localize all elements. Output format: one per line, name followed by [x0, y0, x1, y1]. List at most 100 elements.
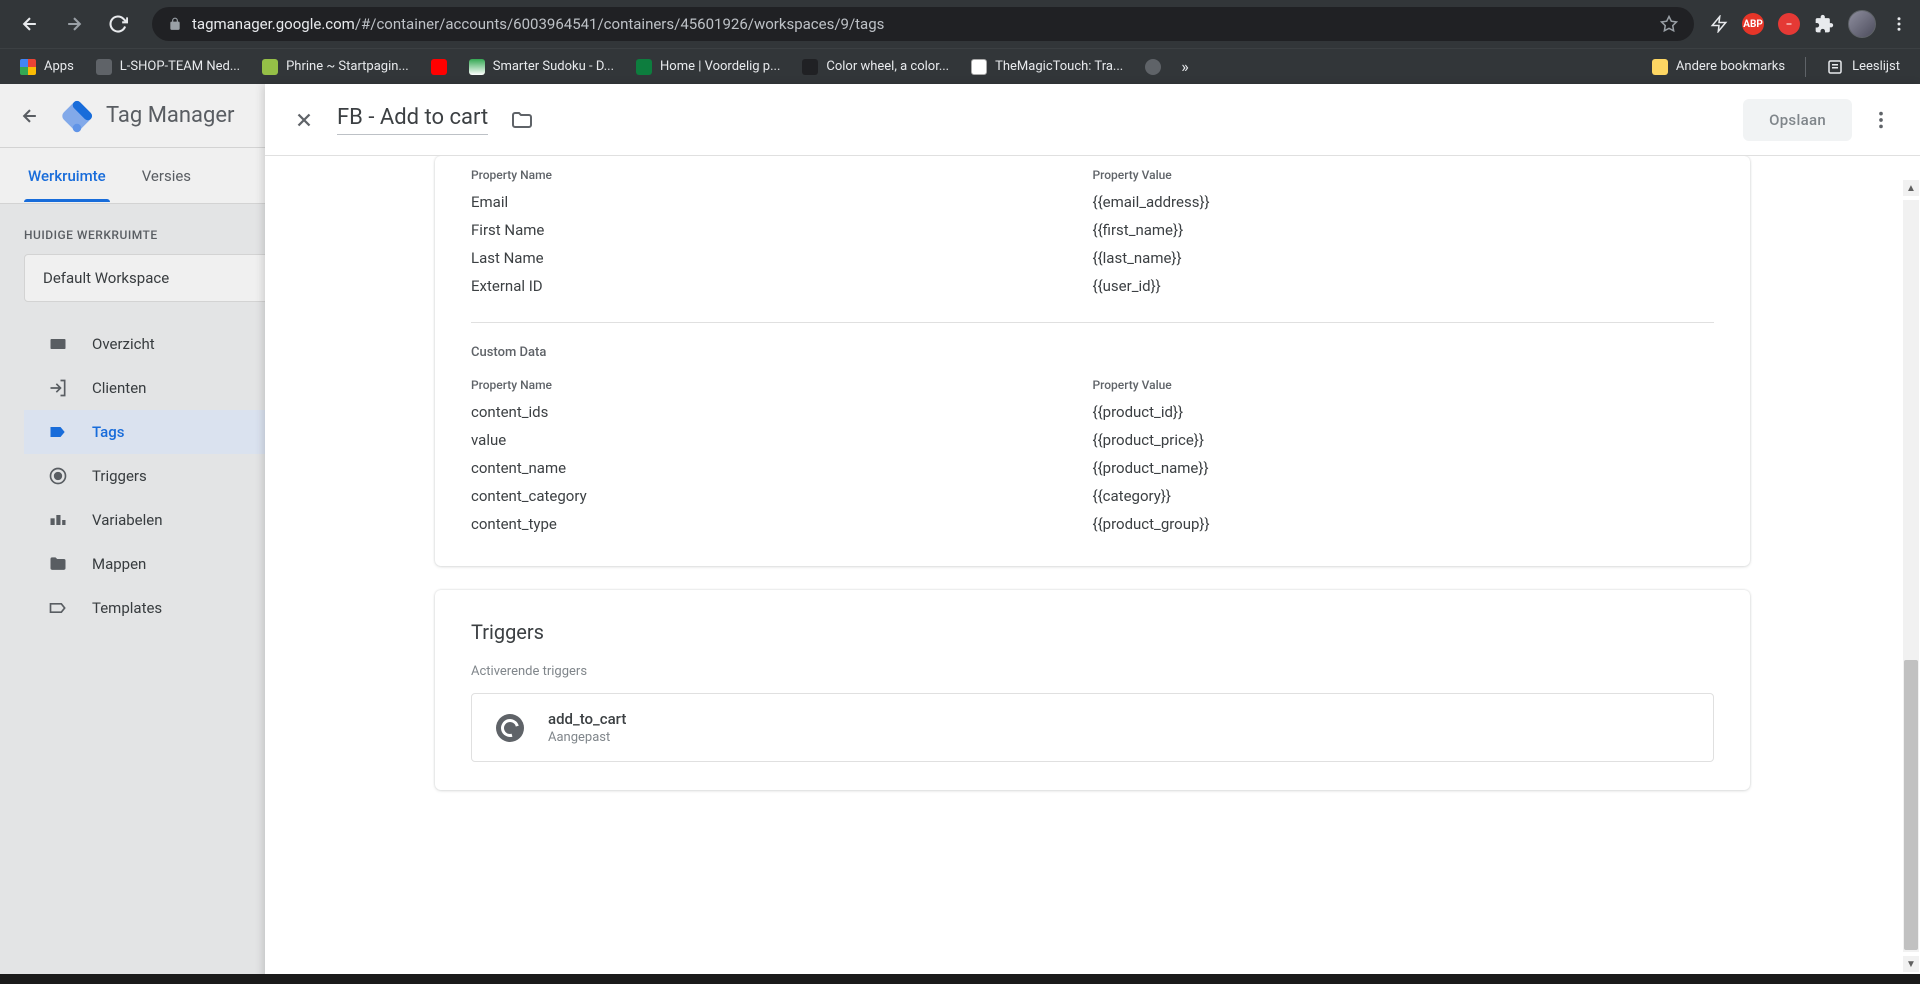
apps-grid-icon [20, 59, 36, 75]
drawer-menu-button[interactable] [1870, 109, 1892, 131]
table-row: External ID{{user_id}} [471, 272, 1714, 300]
close-icon [293, 109, 315, 131]
property-name: content_name [471, 459, 1093, 477]
table-row: Email{{email_address}} [471, 188, 1714, 216]
folder-button[interactable] [510, 108, 534, 132]
triggers-title: Triggers [471, 610, 1714, 644]
exit-icon [48, 378, 72, 398]
bookmark-item[interactable]: Home | Voordelig p... [628, 55, 788, 79]
property-name: External ID [471, 277, 1093, 295]
taskbar [0, 974, 1920, 984]
arrow-right-icon [64, 14, 84, 34]
trigger-type: Aangepast [548, 730, 626, 745]
bookmark-overflow[interactable]: » [1181, 57, 1189, 76]
property-value: {{first_name}} [1093, 221, 1715, 239]
bookmarks-bar: Apps L-SHOP-TEAM Ned... Phrine ~ Startpa… [0, 48, 1920, 84]
property-name: content_ids [471, 403, 1093, 421]
folder-icon [1652, 59, 1668, 75]
youtube-icon [431, 59, 447, 75]
favicon-icon [971, 59, 987, 75]
folder-icon [48, 554, 72, 574]
bookmark-item[interactable]: TheMagicTouch: Tra... [963, 55, 1131, 79]
property-value: {{product_group}} [1093, 515, 1715, 533]
scroll-up-arrow[interactable]: ▲ [1903, 180, 1919, 196]
star-icon[interactable] [1660, 15, 1678, 33]
browser-reload-button[interactable] [100, 6, 136, 42]
favicon-icon [802, 59, 818, 75]
table-header: Property Name Property Value [471, 162, 1714, 188]
property-name: First Name [471, 221, 1093, 239]
bookmark-item[interactable]: Smarter Sudoku - D... [461, 55, 622, 79]
chrome-menu-icon[interactable] [1890, 15, 1908, 33]
tag-icon [48, 422, 72, 442]
tag-title[interactable]: FB - Add to cart [337, 105, 488, 135]
table-row: content_name{{product_name}} [471, 454, 1714, 482]
property-name: Email [471, 193, 1093, 211]
gtm-back-button[interactable] [20, 106, 40, 126]
favicon-icon [469, 59, 485, 75]
trigger-row[interactable]: add_to_cart Aangepast [471, 693, 1714, 762]
table-row: First Name{{first_name}} [471, 216, 1714, 244]
reading-list[interactable]: Leeslijst [1818, 54, 1908, 80]
bookmark-item[interactable] [423, 55, 455, 79]
folder-outline-icon [510, 108, 534, 132]
bookmark-item[interactable] [1137, 55, 1169, 79]
gtm-logo-icon [53, 91, 101, 139]
current-workspace[interactable]: Default Workspace [24, 254, 274, 302]
url-text: tagmanager.google.com/#/container/accoun… [192, 15, 884, 33]
save-button[interactable]: Opslaan [1743, 99, 1852, 141]
scrollbar[interactable]: ▲ ▼ [1903, 180, 1919, 972]
tab-workspace[interactable]: Werkruimte [24, 151, 110, 201]
property-value: {{last_name}} [1093, 249, 1715, 267]
tag-drawer: FB - Add to cart Opslaan Property Name P… [265, 84, 1920, 984]
triggers-card[interactable]: Triggers Activerende triggers add_to_car… [435, 590, 1750, 790]
property-name: content_category [471, 487, 1093, 505]
lock-icon [168, 17, 182, 31]
trigger-name: add_to_cart [548, 710, 626, 728]
address-bar[interactable]: tagmanager.google.com/#/container/accoun… [152, 7, 1694, 41]
property-value: {{product_id}} [1093, 403, 1715, 421]
table-row: content_category{{category}} [471, 482, 1714, 510]
browser-back-button[interactable] [12, 6, 48, 42]
property-value: {{category}} [1093, 487, 1715, 505]
activating-triggers-label: Activerende triggers [471, 664, 1714, 679]
bookmark-item[interactable]: Color wheel, a color... [794, 55, 957, 79]
globe-icon [1145, 59, 1161, 75]
extensions-icon[interactable] [1814, 14, 1834, 34]
custom-event-icon [496, 714, 524, 742]
target-icon [48, 466, 72, 486]
more-vert-icon [1870, 109, 1892, 131]
blocks-icon [48, 510, 72, 530]
tab-versions[interactable]: Versies [138, 151, 195, 201]
property-value: {{product_name}} [1093, 459, 1715, 477]
favicon-icon [96, 59, 112, 75]
custom-data-label: Custom Data [471, 345, 1714, 360]
bolt-icon[interactable] [1710, 15, 1728, 33]
scroll-down-arrow[interactable]: ▼ [1903, 956, 1919, 972]
arrow-left-icon [20, 14, 40, 34]
table-row: content_ids{{product_id}} [471, 398, 1714, 426]
reload-icon [108, 14, 128, 34]
scroll-thumb[interactable] [1904, 660, 1918, 950]
table-row: Last Name{{last_name}} [471, 244, 1714, 272]
abp-icon[interactable]: ABP [1742, 13, 1764, 35]
favicon-icon [262, 59, 278, 75]
property-value: {{user_id}} [1093, 277, 1715, 295]
other-bookmarks[interactable]: Andere bookmarks [1644, 55, 1793, 79]
property-name: Last Name [471, 249, 1093, 267]
table-header: Property Name Property Value [471, 372, 1714, 398]
close-button[interactable] [293, 109, 315, 131]
gtm-logo: Tag Manager [60, 99, 234, 133]
profile-avatar[interactable] [1848, 10, 1876, 38]
browser-forward-button[interactable] [56, 6, 92, 42]
bookmark-item[interactable]: Phrine ~ Startpagin... [254, 55, 417, 79]
table-row: value{{product_price}} [471, 426, 1714, 454]
bookmark-item[interactable]: L-SHOP-TEAM Ned... [88, 55, 248, 79]
property-value: {{product_price}} [1093, 431, 1715, 449]
dashboard-icon [48, 334, 72, 354]
tag-config-card[interactable]: Property Name Property Value Email{{emai… [435, 156, 1750, 566]
bookmark-apps[interactable]: Apps [12, 55, 82, 79]
table-row: content_type{{product_group}} [471, 510, 1714, 538]
label-icon [48, 598, 72, 618]
ublock-icon[interactable] [1778, 13, 1800, 35]
